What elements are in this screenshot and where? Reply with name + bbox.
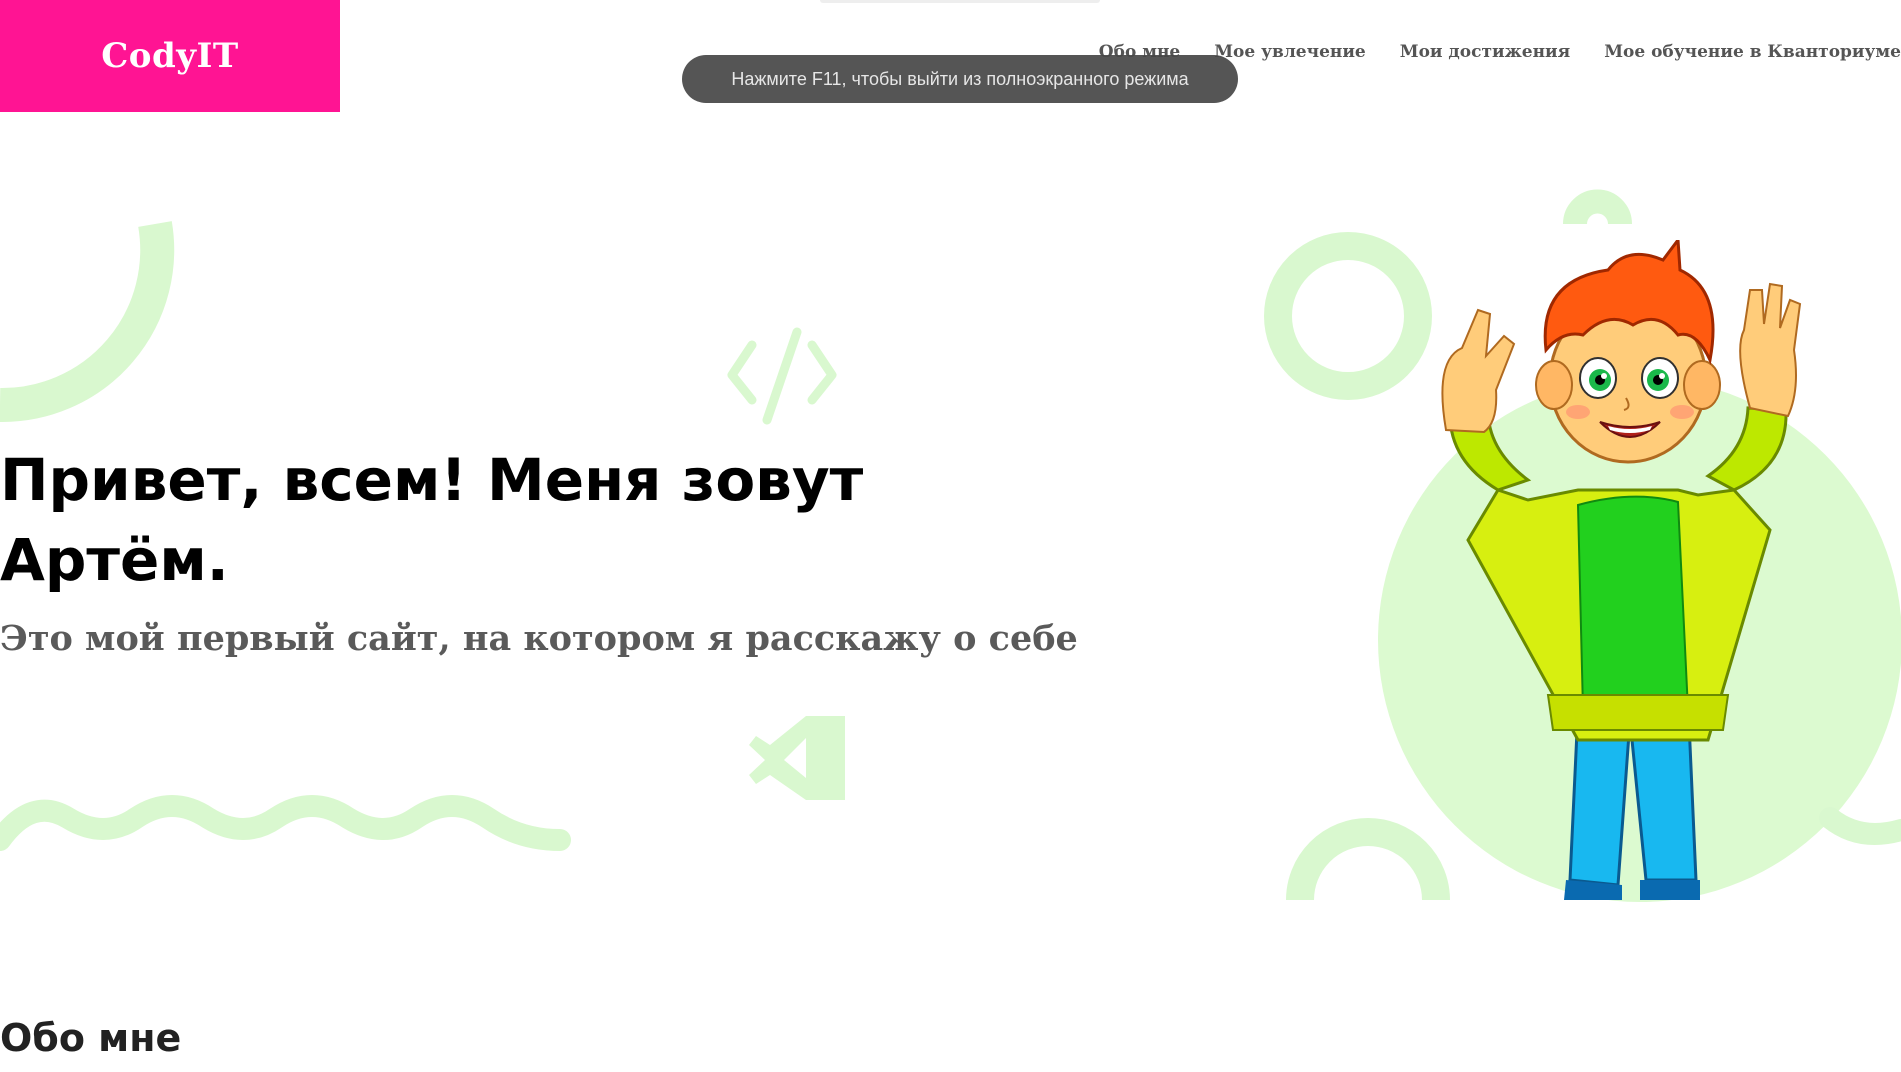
boy-avatar [1441, 240, 1802, 900]
deco-wave [0, 795, 571, 851]
vscode-logo-icon [749, 716, 845, 800]
code-brackets-icon [727, 327, 837, 425]
fullscreen-notice-text: Нажмите F11, чтобы выйти из полноэкранно… [731, 68, 1189, 89]
hero-title: Привет, всем! Меня зовут Артём. [0, 446, 864, 594]
fullscreen-notice: Нажмите F11, чтобы выйти из полноэкранно… [682, 55, 1238, 103]
about-section-title: Обо мне [0, 1016, 182, 1060]
deco-arc-left [0, 221, 175, 423]
site-logo[interactable]: CodyIT [0, 0, 340, 112]
site-logo-text: CodyIT [101, 36, 239, 76]
fullscreen-top-bar [820, 0, 1100, 3]
nav-item-achievements[interactable]: Мои достижения [1400, 42, 1570, 62]
nav-item-kvantorium[interactable]: Мое обучение в Кванториуме [1604, 42, 1901, 62]
deco-arc-right [1563, 189, 1632, 225]
hero-subtitle: Это мой первый сайт, на котором я расска… [0, 618, 1078, 659]
nav-item-hobby[interactable]: Мое увлечение [1214, 42, 1366, 62]
